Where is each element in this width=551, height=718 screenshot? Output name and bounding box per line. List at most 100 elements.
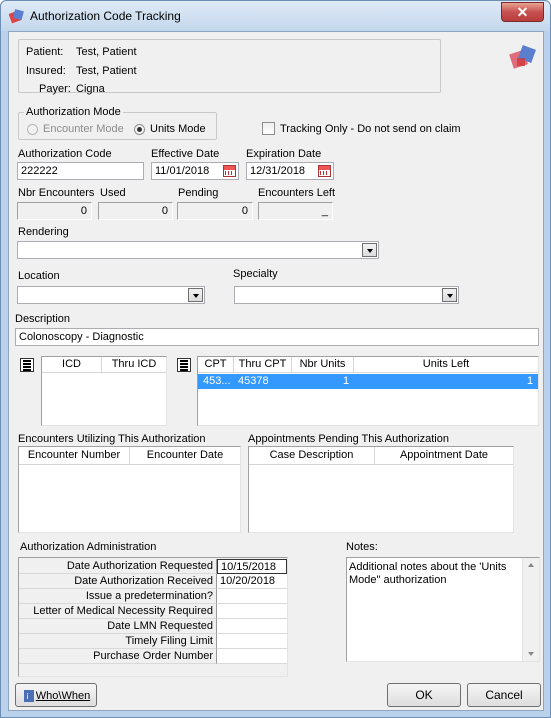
tracking-only-checkbox[interactable]: [262, 122, 275, 135]
encounter-mode-radio[interactable]: [27, 124, 38, 135]
nbr-encounters-label: Nbr Encounters: [18, 187, 95, 199]
scroll-up-icon[interactable]: [528, 563, 534, 567]
admin-row-lmn-requested[interactable]: Date LMN Requested: [19, 619, 289, 634]
calendar-icon[interactable]: [318, 165, 331, 177]
thru-icd-column-header[interactable]: Thru ICD: [102, 357, 166, 373]
authorization-code-label: Authorization Code: [18, 148, 112, 160]
encounters-grid-label: Encounters Utilizing This Authorization: [18, 433, 206, 445]
units-left-column-header[interactable]: Units Left: [354, 357, 538, 373]
cpt-list-icon[interactable]: [177, 358, 191, 372]
admin-row-value[interactable]: [217, 634, 287, 649]
admin-row-value[interactable]: [217, 649, 287, 664]
expiration-date-input[interactable]: 12/31/2018: [246, 162, 334, 180]
appointments-grid-label: Appointments Pending This Authorization: [248, 433, 449, 445]
admin-row-date-requested[interactable]: Date Authorization Requested 10/15/2018: [19, 559, 289, 574]
cancel-button[interactable]: Cancel: [467, 683, 541, 707]
payer-value: Cigna: [76, 83, 105, 95]
encounter-mode-label[interactable]: Encounter Mode: [43, 123, 124, 135]
tracking-only-label[interactable]: Tracking Only - Do not send on claim: [280, 123, 461, 135]
insured-value: Test, Patient: [76, 65, 137, 77]
rendering-dropdown[interactable]: [17, 241, 379, 259]
admin-row-value[interactable]: 10/20/2018: [217, 574, 287, 589]
who-when-button[interactable]: i Who\When: [15, 683, 97, 707]
table-row[interactable]: 453... 45378 1 1: [198, 374, 538, 389]
dialog-client-area: Patient: Test, Patient Insured: Test, Pa…: [8, 31, 544, 711]
pending-label: Pending: [178, 187, 219, 199]
cpt-column-header[interactable]: CPT: [198, 357, 234, 373]
cpt-grid[interactable]: CPT Thru CPT Nbr Units Units Left 453...…: [197, 356, 539, 426]
units-mode-radio[interactable]: [134, 124, 145, 135]
svg-text:i: i: [27, 692, 29, 701]
admin-row-date-received[interactable]: Date Authorization Received 10/20/2018: [19, 574, 289, 589]
icd-list-icon[interactable]: [20, 358, 34, 372]
notes-label: Notes:: [346, 541, 378, 553]
admin-row-lmn-required[interactable]: Letter of Medical Necessity Required: [19, 604, 289, 619]
title-bar[interactable]: Authorization Code Tracking ✕: [1, 1, 550, 31]
expiration-date-label: Expiration Date: [246, 148, 322, 160]
effective-date-value: 11/01/2018: [155, 165, 210, 177]
effective-date-label: Effective Date: [151, 148, 220, 160]
specialty-label: Specialty: [233, 268, 278, 280]
notes-text: Additional notes about the 'Units Mode" …: [349, 561, 507, 586]
thru-cpt-column-header[interactable]: Thru CPT: [234, 357, 292, 373]
calendar-icon[interactable]: [223, 165, 236, 177]
rendering-label: Rendering: [18, 226, 69, 238]
appointments-grid[interactable]: Case Description Appointment Date: [248, 446, 514, 533]
app-icon: [9, 9, 24, 24]
admin-row-timely-filing[interactable]: Timely Filing Limit: [19, 634, 289, 649]
admin-row-value[interactable]: [217, 619, 287, 634]
admin-row-value[interactable]: [217, 589, 287, 604]
encounters-grid-header: Encounter Number Encounter Date: [19, 447, 240, 465]
description-label: Description: [15, 313, 71, 325]
description-input[interactable]: Colonoscopy - Diagnostic: [15, 328, 539, 346]
nbr-units-cell: 1: [343, 375, 350, 387]
location-label: Location: [18, 270, 60, 282]
authorization-code-input[interactable]: 222222: [17, 162, 144, 180]
patient-info-panel: Patient: Test, Patient Insured: Test, Pa…: [18, 39, 441, 95]
nbr-units-column-header[interactable]: Nbr Units: [292, 357, 354, 373]
who-when-label: Who\When: [35, 690, 91, 702]
encounter-number-column-header[interactable]: Encounter Number: [19, 447, 130, 465]
close-button[interactable]: ✕: [501, 2, 544, 22]
encounters-grid[interactable]: Encounter Number Encounter Date: [18, 446, 241, 533]
encounters-left-label: Encounters Left: [258, 187, 336, 199]
used-label: Used: [100, 187, 126, 199]
icd-column-header[interactable]: ICD: [42, 357, 102, 373]
admin-row-purchase-order[interactable]: Purchase Order Number: [19, 649, 289, 664]
icd-grid[interactable]: ICD Thru ICD: [41, 356, 167, 426]
admin-row-label: Timely Filing Limit: [19, 634, 217, 649]
admin-row-label: Date Authorization Received: [19, 574, 217, 589]
cpt-grid-header: CPT Thru CPT Nbr Units Units Left: [198, 357, 538, 373]
specialty-dropdown[interactable]: [234, 286, 459, 304]
admin-row-label: Date Authorization Requested: [19, 559, 217, 574]
encounter-date-column-header[interactable]: Encounter Date: [130, 447, 240, 465]
units-mode-label[interactable]: Units Mode: [150, 123, 206, 135]
authorization-administration-label: Authorization Administration: [20, 541, 157, 553]
location-dropdown[interactable]: [17, 286, 205, 304]
dialog-window: Authorization Code Tracking ✕ Patient: T…: [0, 0, 551, 718]
icd-grid-header: ICD Thru ICD: [42, 357, 166, 373]
admin-row-label: Purchase Order Number: [19, 649, 217, 664]
admin-row-value[interactable]: 10/15/2018: [217, 559, 287, 574]
notes-textarea[interactable]: Additional notes about the 'Units Mode" …: [346, 557, 540, 662]
chevron-down-icon[interactable]: [188, 288, 203, 302]
chevron-down-icon[interactable]: [362, 243, 377, 257]
encounters-left-value: _: [258, 202, 333, 220]
chevron-down-icon[interactable]: [442, 288, 457, 302]
appointments-grid-header: Case Description Appointment Date: [249, 447, 513, 465]
logo-icon: [509, 45, 536, 69]
nbr-encounters-value: 0: [17, 202, 92, 220]
admin-row-predetermination[interactable]: Issue a predetermination?: [19, 589, 289, 604]
effective-date-input[interactable]: 11/01/2018: [151, 162, 239, 180]
payer-label: Payer:: [39, 83, 71, 95]
notes-scrollbar[interactable]: [522, 558, 539, 661]
case-description-column-header[interactable]: Case Description: [249, 447, 375, 465]
info-icon: i: [22, 688, 36, 702]
scroll-down-icon[interactable]: [528, 652, 534, 656]
admin-row-label: Date LMN Requested: [19, 619, 217, 634]
admin-row-value[interactable]: [217, 604, 287, 619]
admin-row-label: Issue a predetermination?: [19, 589, 217, 604]
appointment-date-column-header[interactable]: Appointment Date: [375, 447, 513, 465]
ok-button[interactable]: OK: [387, 683, 461, 707]
expiration-date-value: 12/31/2018: [250, 165, 306, 177]
